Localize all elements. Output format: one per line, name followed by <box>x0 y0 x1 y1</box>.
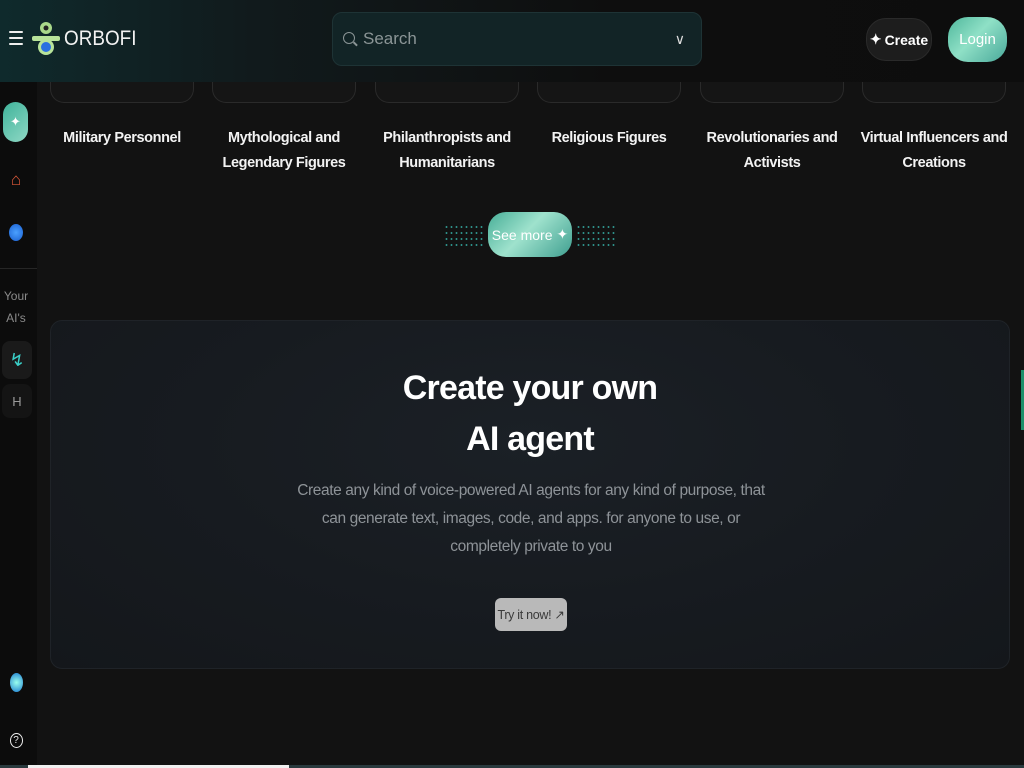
create-button[interactable]: ✦ Create <box>866 18 932 61</box>
search-icon <box>343 32 355 44</box>
dots-decoration <box>576 224 616 246</box>
sparkle-icon[interactable]: ✦ <box>3 102 28 142</box>
hamburger-menu-icon[interactable] <box>9 31 23 45</box>
sidebar: ✦ ⌂ Your AI's ↯ H ? <box>0 82 37 768</box>
lightning-icon[interactable]: ↯ <box>2 341 32 379</box>
help-icon[interactable]: ? <box>3 727 29 753</box>
sparkle-icon: ✦ <box>556 226 569 242</box>
orbofi-logo-icon <box>32 22 60 55</box>
category-card[interactable] <box>212 82 356 103</box>
try-label: Try it now! <box>497 607 552 622</box>
agent-initial: H <box>12 393 22 409</box>
create-agent-banner: Create your own AI agent Create any kind … <box>50 320 1010 669</box>
login-button[interactable]: Login <box>948 17 1007 62</box>
your-ais-label: Your AI's <box>0 285 32 329</box>
category-label[interactable]: Virtual Influencers and Creations <box>854 126 1014 176</box>
banner-description: Create any kind of voice-powered AI agen… <box>297 482 765 555</box>
home-icon[interactable]: ⌂ <box>3 167 29 193</box>
arrow-up-right-icon: ↗ <box>554 608 565 622</box>
chevron-down-icon[interactable]: ∨ <box>675 31 685 48</box>
community-icon[interactable] <box>3 669 29 695</box>
category-card[interactable] <box>50 82 194 103</box>
globe-icon[interactable] <box>3 219 29 245</box>
search-input[interactable] <box>363 13 663 65</box>
category-label[interactable]: Mythological and Legendary Figures <box>204 126 364 176</box>
see-more-label: See more <box>491 226 553 243</box>
search-bar[interactable]: ∨ <box>332 12 702 66</box>
category-card[interactable] <box>862 82 1006 103</box>
create-label: Create <box>884 31 929 48</box>
login-label: Login <box>959 31 996 48</box>
logo-text: ORBOFI <box>64 27 137 50</box>
top-bar: ORBOFI ∨ ✦ Create Login <box>0 0 1024 82</box>
agent-item-h[interactable]: H <box>2 384 32 418</box>
dots-decoration <box>444 224 484 246</box>
sparkle-icon: ✦ <box>869 31 882 47</box>
category-card[interactable] <box>700 82 844 103</box>
try-it-now-button[interactable]: Try it now! ↗ <box>495 598 567 631</box>
category-label[interactable]: Military Personnel <box>42 126 202 151</box>
category-label[interactable]: Philanthropists and Humanitarians <box>367 126 527 176</box>
category-label[interactable]: Revolutionaries and Activists <box>692 126 852 176</box>
your-ais-line2: AI's <box>6 311 26 325</box>
sidebar-divider <box>0 268 37 269</box>
category-card[interactable] <box>537 82 681 103</box>
category-label[interactable]: Religious Figures <box>529 126 689 151</box>
category-card[interactable] <box>375 82 519 103</box>
see-more-area: See more ✦ <box>444 212 616 257</box>
your-ais-line1: Your <box>3 289 29 303</box>
banner-title: Create your own AI agent <box>402 369 658 458</box>
logo[interactable]: ORBOFI <box>31 20 145 58</box>
see-more-button[interactable]: See more ✦ <box>488 212 572 257</box>
